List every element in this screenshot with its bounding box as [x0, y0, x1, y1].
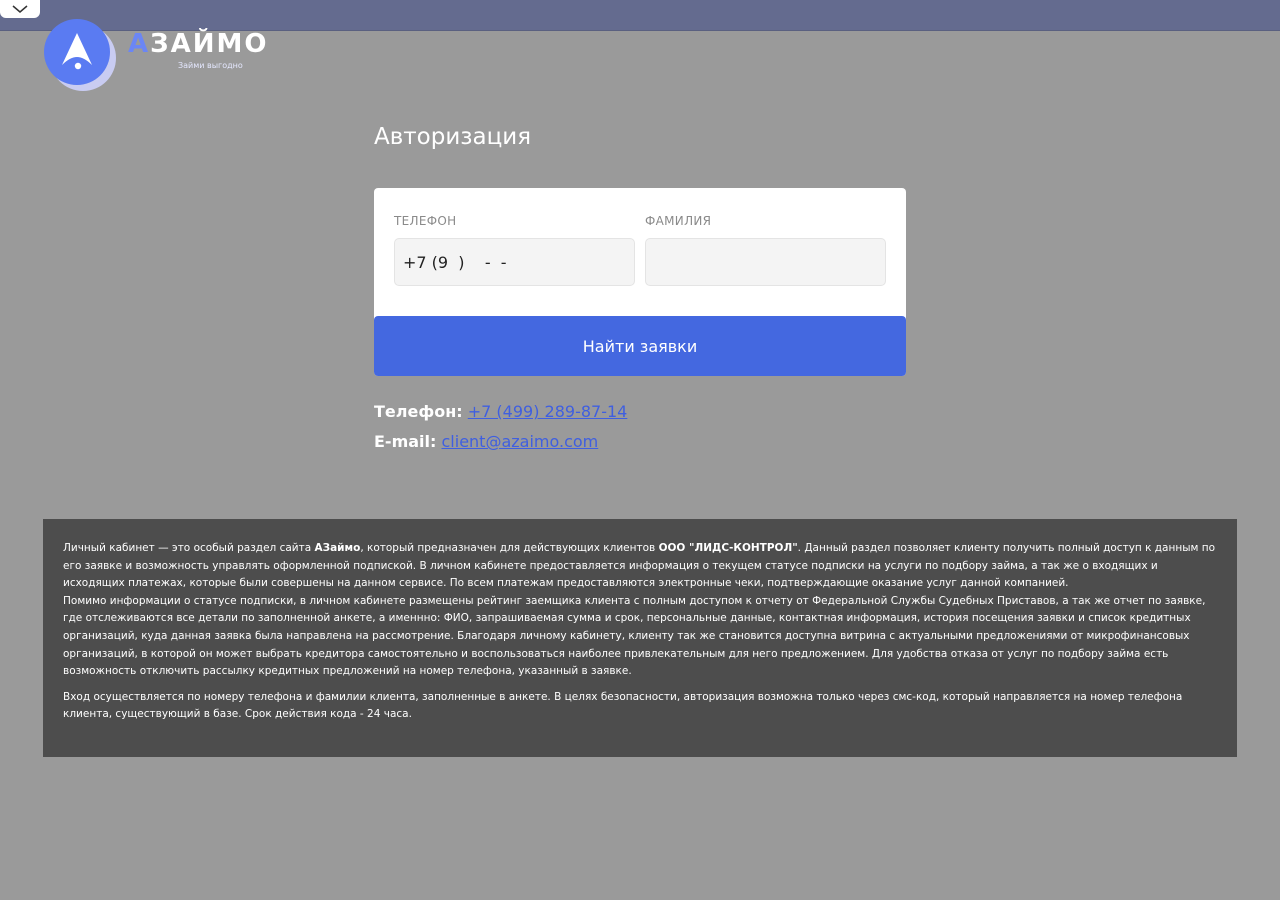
chevron-down-icon — [12, 5, 28, 13]
surname-input[interactable] — [645, 238, 886, 286]
contact-email: E-mail: client@azaimo.com — [374, 432, 598, 451]
logo-wordmark: АЗАЙМО — [128, 29, 268, 59]
rocket-icon — [62, 33, 92, 70]
info-text: Помимо информации о статусе подписки, в … — [63, 594, 1206, 678]
info-text: Личный кабинет — это особый раздел сайта — [63, 542, 315, 554]
logo[interactable]: АЗАЙМО Займи выгодно — [44, 19, 266, 91]
info-text: , который предназначен для действующих к… — [360, 542, 659, 554]
logo-tagline: Займи выгодно — [178, 61, 243, 70]
phone-label: Телефон — [394, 214, 457, 228]
info-box: Личный кабинет — это особый раздел сайта… — [43, 519, 1237, 757]
phone-input[interactable] — [394, 238, 635, 286]
contact-phone: Телефон: +7 (499) 289-87-14 — [374, 402, 627, 421]
collapse-toggle-button[interactable] — [0, 0, 40, 18]
auth-form: Телефон Фамилия Найти заявки — [374, 188, 906, 376]
contact-phone-link[interactable]: +7 (499) 289-87-14 — [468, 402, 628, 421]
find-applications-button[interactable]: Найти заявки — [374, 316, 906, 376]
surname-label: Фамилия — [645, 214, 712, 228]
info-paragraph-1: Личный кабинет — это особый раздел сайта… — [63, 540, 1217, 681]
info-paragraph-2: Вход осуществляется по номеру телефона и… — [63, 690, 1183, 721]
info-company: ООО "ЛИДС-КОНТРОЛ" — [658, 542, 798, 554]
contact-phone-label: Телефон: — [374, 402, 463, 421]
info-brand: АЗаймо — [314, 542, 361, 554]
contact-email-link[interactable]: client@azaimo.com — [442, 432, 599, 451]
logo-wordmark-accent: А — [128, 29, 151, 59]
contact-email-label: E-mail: — [374, 432, 437, 451]
logo-circle — [44, 19, 110, 85]
page-title: Авторизация — [374, 124, 532, 150]
logo-wordmark-rest: ЗАЙМО — [150, 29, 269, 59]
